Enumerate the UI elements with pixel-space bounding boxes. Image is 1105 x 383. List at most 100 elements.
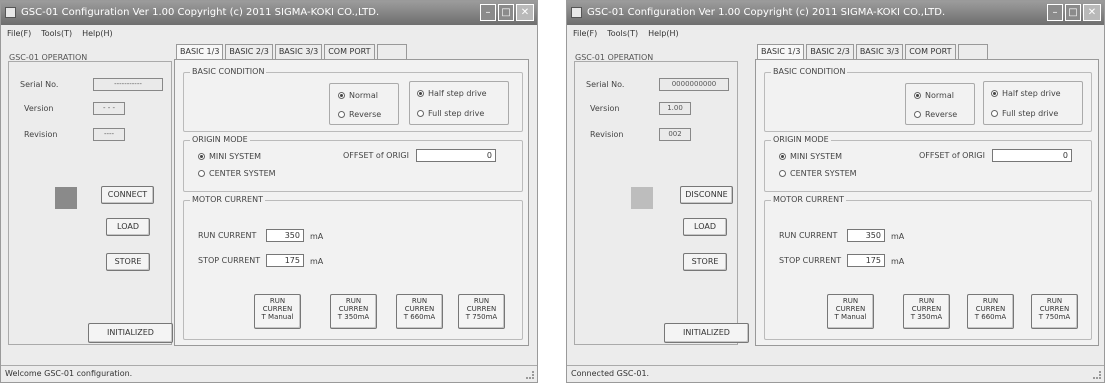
- revision-label: Revision: [24, 130, 58, 139]
- run-current-660-button[interactable]: RUN CURREN T 660mA: [396, 294, 443, 329]
- initialized-button[interactable]: INITIALIZED: [88, 323, 173, 343]
- button-line: RUN: [345, 297, 362, 305]
- run-current-660-button[interactable]: RUN CURREN T 660mA: [967, 294, 1014, 329]
- title-bar: GSC-01 Configuration Ver 1.00 Copyright …: [1, 1, 537, 25]
- radio-full-step-dot: [417, 110, 424, 117]
- serial-value: -----------: [93, 78, 163, 91]
- tab-basic-1[interactable]: BASIC 1/3: [757, 44, 805, 59]
- button-line: T 350mA: [910, 313, 943, 321]
- tab-blank[interactable]: [376, 44, 407, 59]
- radio-full-step[interactable]: Full step drive: [417, 109, 484, 118]
- tab-com-port[interactable]: COM PORT: [905, 44, 956, 59]
- tab-basic-2[interactable]: BASIC 2/3: [806, 44, 854, 59]
- radio-half-step[interactable]: Half step drive: [991, 89, 1061, 98]
- maximize-button[interactable]: □: [1065, 4, 1081, 21]
- run-current-input[interactable]: 350: [847, 229, 885, 242]
- store-button[interactable]: STORE: [683, 253, 727, 271]
- stop-current-input[interactable]: 175: [266, 254, 304, 267]
- menu-help[interactable]: Help(H): [82, 26, 113, 42]
- button-line: CURREN: [1039, 305, 1070, 313]
- radio-half-step-label: Half step drive: [428, 89, 487, 98]
- run-current-unit: mA: [310, 232, 324, 241]
- radio-half-step[interactable]: Half step drive: [417, 89, 487, 98]
- tab-strip: BASIC 1/3 BASIC 2/3 BASIC 3/3 COM PORT: [176, 44, 409, 59]
- version-label: Version: [590, 104, 620, 113]
- radio-normal[interactable]: Normal: [338, 91, 378, 100]
- store-button[interactable]: STORE: [106, 253, 150, 271]
- close-button[interactable]: ✕: [516, 4, 534, 21]
- button-line: T Manual: [261, 313, 294, 321]
- motor-current-title: MOTOR CURRENT: [190, 195, 265, 204]
- load-button[interactable]: LOAD: [683, 218, 727, 236]
- connect-button[interactable]: CONNECT: [101, 186, 154, 204]
- button-line: RUN: [982, 297, 999, 305]
- resize-grip[interactable]: [1093, 371, 1101, 379]
- button-line: RUN: [269, 297, 286, 305]
- radio-center-system-dot: [779, 170, 786, 177]
- run-current-manual-button[interactable]: RUN CURREN T Manual: [254, 294, 301, 329]
- radio-full-step[interactable]: Full step drive: [991, 109, 1058, 118]
- button-line: RUN: [842, 297, 859, 305]
- operation-panel: Serial No. 0000000000 Version 1.00 Revis…: [574, 61, 738, 345]
- run-current-label: RUN CURRENT: [779, 231, 838, 240]
- radio-half-step-dot: [417, 90, 424, 97]
- revision-value: ----: [93, 128, 125, 141]
- button-line: CURREN: [835, 305, 866, 313]
- maximize-button[interactable]: □: [498, 4, 514, 21]
- radio-reverse[interactable]: Reverse: [338, 110, 381, 119]
- run-current-manual-button[interactable]: RUN CURREN T Manual: [827, 294, 874, 329]
- run-current-input[interactable]: 350: [266, 229, 304, 242]
- menu-tools[interactable]: Tools(T): [607, 26, 638, 42]
- close-button[interactable]: ✕: [1083, 4, 1101, 21]
- run-current-350-button[interactable]: RUN CURREN T 350mA: [330, 294, 377, 329]
- offset-input[interactable]: 0: [416, 149, 496, 162]
- radio-center-system-label: CENTER SYSTEM: [209, 169, 276, 178]
- window-title: GSC-01 Configuration Ver 1.00 Copyright …: [587, 7, 946, 18]
- button-line: CURREN: [338, 305, 369, 313]
- radio-normal[interactable]: Normal: [914, 91, 954, 100]
- app-icon: [571, 7, 582, 18]
- radio-mini-system-dot: [779, 153, 786, 160]
- origin-mode-title: ORIGIN MODE: [771, 135, 831, 144]
- stop-current-unit: mA: [891, 257, 905, 266]
- tab-blank[interactable]: [957, 44, 988, 59]
- tab-strip: BASIC 1/3 BASIC 2/3 BASIC 3/3 COM PORT: [757, 44, 990, 59]
- tab-basic-3[interactable]: BASIC 3/3: [274, 44, 323, 59]
- button-line: RUN: [411, 297, 428, 305]
- load-button[interactable]: LOAD: [106, 218, 150, 236]
- radio-reverse-label: Reverse: [349, 110, 382, 119]
- run-current-750-button[interactable]: RUN CURREN T 750mA: [1031, 294, 1078, 329]
- radio-reverse[interactable]: Reverse: [914, 110, 957, 119]
- tab-basic-2[interactable]: BASIC 2/3: [225, 44, 273, 59]
- status-bar: Welcome GSC-01 configuration.: [1, 365, 537, 382]
- radio-reverse-label: Reverse: [925, 110, 958, 119]
- resize-grip[interactable]: [526, 371, 534, 379]
- run-current-unit: mA: [891, 232, 905, 241]
- menu-file[interactable]: File(F): [7, 26, 31, 42]
- origin-mode-title: ORIGIN MODE: [190, 135, 250, 144]
- menu-file[interactable]: File(F): [573, 26, 597, 42]
- button-line: RUN: [473, 297, 490, 305]
- menu-help[interactable]: Help(H): [648, 26, 679, 42]
- tab-basic-3[interactable]: BASIC 3/3: [855, 44, 904, 59]
- radio-center-system[interactable]: CENTER SYSTEM: [198, 169, 276, 178]
- radio-mini-system[interactable]: MINI SYSTEM: [198, 152, 261, 161]
- offset-label: OFFSET of ORIGI: [343, 151, 409, 160]
- disconnect-button[interactable]: DISCONNE: [680, 186, 733, 204]
- tab-basic-1[interactable]: BASIC 1/3: [176, 44, 224, 59]
- menu-tools[interactable]: Tools(T): [41, 26, 72, 42]
- initialized-button[interactable]: INITIALIZED: [664, 323, 749, 343]
- basic-tab-page: BASIC CONDITION Normal Reverse Half step…: [174, 59, 529, 346]
- button-line: T 750mA: [465, 313, 498, 321]
- run-current-750-button[interactable]: RUN CURREN T 750mA: [458, 294, 505, 329]
- offset-input[interactable]: 0: [992, 149, 1072, 162]
- radio-mini-system[interactable]: MINI SYSTEM: [779, 152, 842, 161]
- stop-current-input[interactable]: 175: [847, 254, 885, 267]
- tab-com-port[interactable]: COM PORT: [324, 44, 375, 59]
- run-current-350-button[interactable]: RUN CURREN T 350mA: [903, 294, 950, 329]
- radio-center-system[interactable]: CENTER SYSTEM: [779, 169, 857, 178]
- minimize-button[interactable]: –: [480, 4, 496, 21]
- radio-full-step-label: Full step drive: [1002, 109, 1059, 118]
- minimize-button[interactable]: –: [1047, 4, 1063, 21]
- origin-mode-group: ORIGIN MODE MINI SYSTEM CENTER SYSTEM OF…: [764, 135, 1092, 192]
